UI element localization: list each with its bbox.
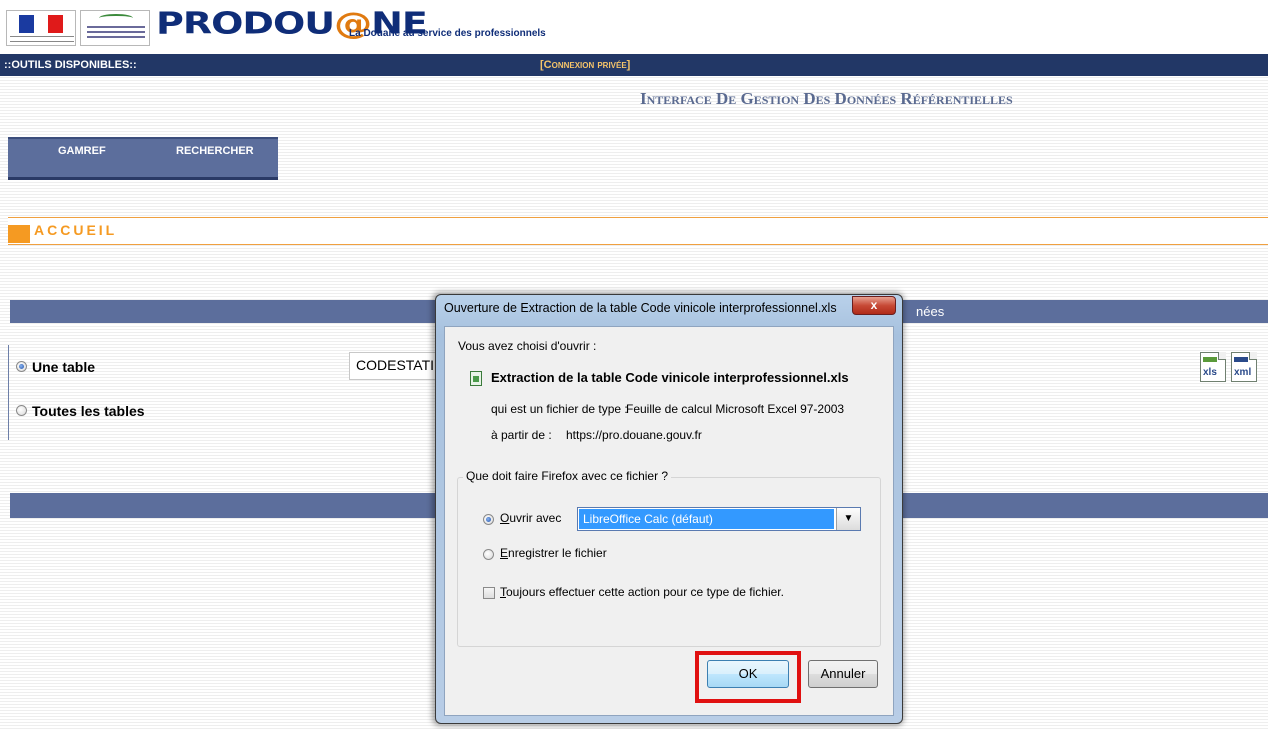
accueil-marker — [8, 225, 30, 243]
save-file-label[interactable]: Enregistrer le fichier — [500, 546, 607, 560]
always-do-this-checkbox[interactable] — [483, 587, 495, 599]
close-icon[interactable]: x — [852, 296, 896, 315]
file-type-label: qui est un fichier de type : — [491, 402, 628, 416]
always-do-this-label[interactable]: Toujours effectuer cette action pour ce … — [500, 585, 784, 599]
save-file-radio[interactable] — [483, 549, 494, 560]
dialog-body: Vous avez choisi d'ouvrir : Extraction d… — [444, 326, 894, 716]
section-divider — [8, 345, 9, 440]
une-table-radio[interactable] — [16, 361, 27, 372]
toutes-tables-radio[interactable] — [16, 405, 27, 416]
open-with-label[interactable]: Ouvrir avec — [500, 511, 561, 525]
header: PRODOU@NE La Douane au service des profe… — [0, 0, 1268, 52]
file-source-label: à partir de : — [491, 428, 552, 442]
section-header-label: nées — [916, 304, 945, 319]
top-bar: ::OUTILS DISPONIBLES:: [Connexion privée… — [0, 52, 1268, 76]
action-group-legend: Que doit faire Firefox avec ce fichier ? — [463, 469, 672, 483]
open-with-radio[interactable] — [483, 514, 494, 525]
private-connection-link[interactable]: [Connexion privée] — [540, 59, 630, 71]
page-title: Interface De Gestion Des Données Référen… — [640, 89, 1013, 108]
spreadsheet-file-icon — [470, 371, 482, 386]
une-table-label[interactable]: Une table — [32, 359, 95, 375]
ok-button[interactable]: OK — [707, 660, 789, 688]
chosen-text: Vous avez choisi d'ouvrir : — [458, 339, 597, 353]
file-source-value: https://pro.douane.gouv.fr — [566, 428, 702, 442]
xls-export-icon[interactable]: xls — [1200, 352, 1226, 382]
action-group — [457, 477, 881, 647]
dialog-title: Ouverture de Extraction de la table Code… — [444, 301, 837, 315]
accueil-bar — [8, 217, 1268, 245]
xml-export-icon[interactable]: xml — [1231, 352, 1257, 382]
ministry-logo — [80, 10, 150, 46]
menu-item-gamref[interactable]: GAMREF — [58, 145, 106, 157]
tools-label[interactable]: ::OUTILS DISPONIBLES:: — [4, 59, 137, 71]
application-select-value: LibreOffice Calc (défaut) — [579, 509, 834, 529]
chevron-down-icon[interactable]: ▼ — [836, 508, 860, 530]
xls-icon-text: xls — [1203, 367, 1217, 378]
download-dialog: Ouverture de Extraction de la table Code… — [435, 294, 903, 724]
accueil-title: ACCUEIL — [34, 222, 118, 238]
menu-item-rechercher[interactable]: RECHERCHER — [176, 145, 254, 157]
brand-tagline: La Douane au service des professionnels — [349, 28, 546, 39]
cancel-button[interactable]: Annuler — [808, 660, 878, 688]
file-type-value: Feuille de calcul Microsoft Excel 97-200… — [626, 402, 845, 416]
xml-icon-text: xml — [1234, 367, 1252, 378]
file-name: Extraction de la table Code vinicole int… — [491, 370, 849, 385]
republique-francaise-logo — [6, 10, 76, 46]
toutes-tables-label[interactable]: Toutes les tables — [32, 403, 145, 419]
main-menu: GAMREF RECHERCHER — [8, 137, 278, 180]
application-select[interactable]: LibreOffice Calc (défaut) ▼ — [577, 507, 861, 531]
